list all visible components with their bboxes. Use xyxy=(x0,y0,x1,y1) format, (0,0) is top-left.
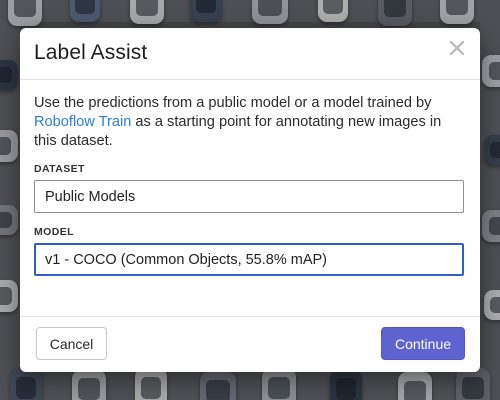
description-prefix: Use the predictions from a public model … xyxy=(34,95,432,111)
close-button[interactable] xyxy=(446,39,468,61)
modal-footer: Cancel Continue xyxy=(20,316,480,372)
model-label: MODEL xyxy=(34,226,74,238)
modal-header: Label Assist xyxy=(20,28,480,80)
modal-title: Label Assist xyxy=(34,41,148,64)
continue-button[interactable]: Continue xyxy=(381,327,465,360)
model-select-value: v1 - COCO (Common Objects, 55.8% mAP) xyxy=(45,251,328,268)
close-icon xyxy=(448,39,466,62)
cancel-button[interactable]: Cancel xyxy=(36,327,107,360)
modal-body: Use the predictions from a public model … xyxy=(20,80,480,276)
modal-description: Use the predictions from a public model … xyxy=(34,94,466,151)
dataset-select[interactable]: Public Models xyxy=(34,180,464,213)
dataset-label: DATASET xyxy=(34,163,85,175)
label-assist-modal: Label Assist Use the predictions from a … xyxy=(20,28,480,372)
model-select[interactable]: v1 - COCO (Common Objects, 55.8% mAP) xyxy=(34,243,464,276)
dataset-select-value: Public Models xyxy=(45,188,136,205)
roboflow-train-link[interactable]: Roboflow Train xyxy=(34,114,131,130)
